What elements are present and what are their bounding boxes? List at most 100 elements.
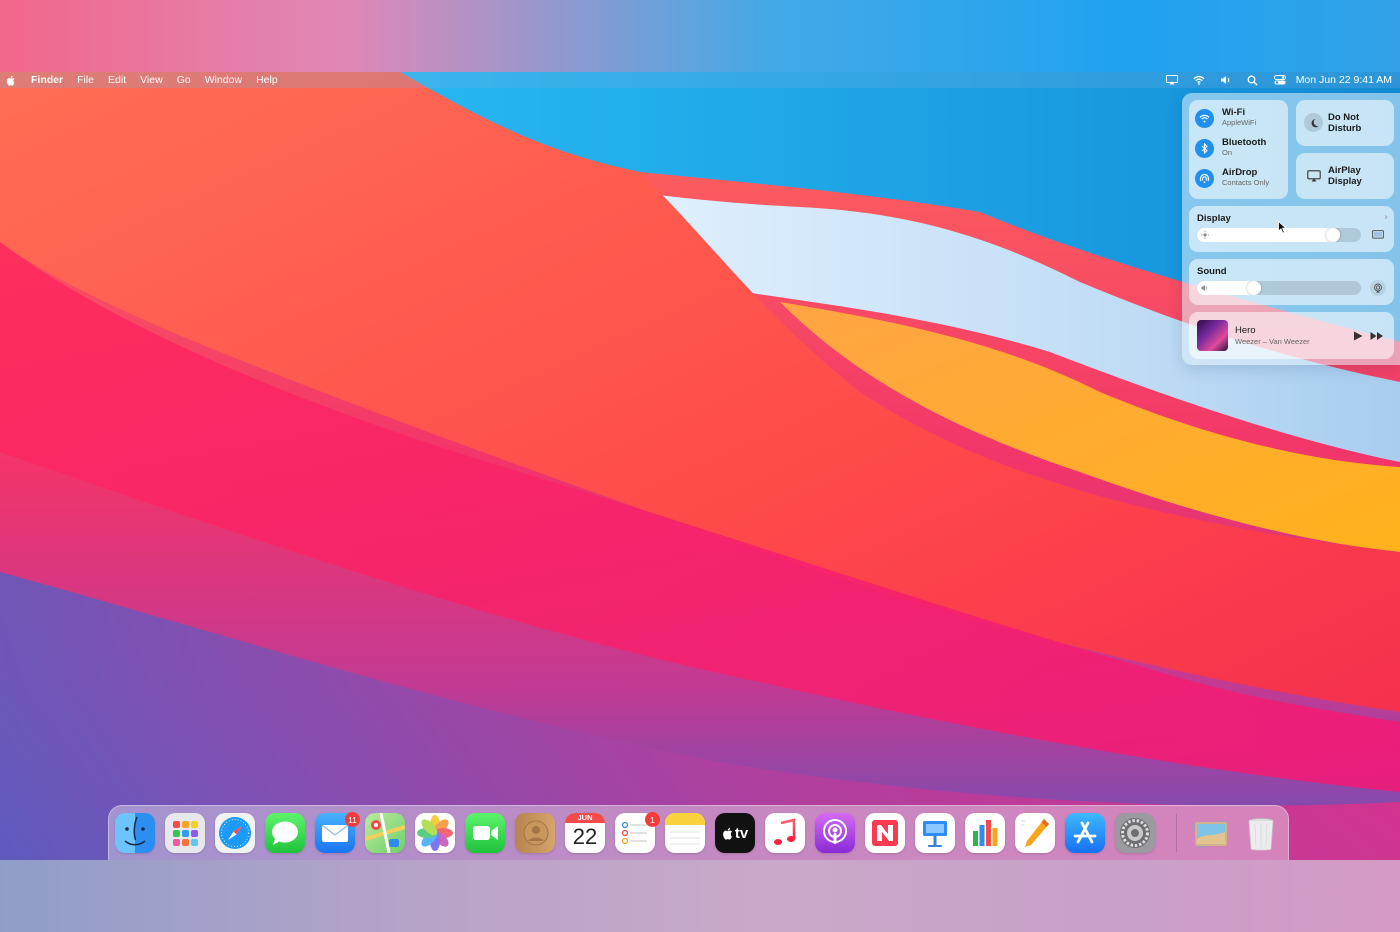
dock-podcasts[interactable]	[815, 813, 855, 853]
pages-icon	[1021, 819, 1049, 847]
dock-photos[interactable]	[415, 813, 455, 853]
dnd-line1: Do Not	[1328, 112, 1360, 123]
speaker-icon	[1201, 285, 1208, 291]
menu-window[interactable]: Window	[205, 74, 242, 86]
airdrop-toggle[interactable]: AirDrop Contacts Only	[1195, 168, 1269, 188]
brightness-icon	[1201, 231, 1209, 239]
maps-icon	[365, 813, 405, 853]
dock-trash[interactable]	[1241, 813, 1281, 853]
facetime-icon	[473, 826, 498, 840]
dock-keynote[interactable]	[915, 813, 955, 853]
bluetooth-toggle[interactable]: Bluetooth On	[1195, 138, 1266, 158]
dock: 11 JUN 22 1 tv	[108, 805, 1289, 860]
music-icon	[774, 818, 796, 845]
control-center-panel: Wi-Fi AppleWiFi Bluetooth On AirDrop Con…	[1182, 93, 1400, 365]
dock-notes[interactable]	[665, 813, 705, 853]
airplay-icon[interactable]	[1165, 75, 1178, 86]
play-button[interactable]	[1353, 331, 1363, 341]
do-not-disturb-tile[interactable]: Do Not Disturb	[1296, 100, 1394, 146]
volume-icon[interactable]	[1220, 75, 1232, 86]
dock-messages[interactable]	[265, 813, 305, 853]
wifi-toggle[interactable]: Wi-Fi AppleWiFi	[1195, 108, 1256, 128]
dock-downloads-stack[interactable]	[1191, 813, 1231, 853]
dock-separator	[1176, 814, 1177, 852]
airplay-display-tile[interactable]: AirPlay Display	[1296, 153, 1394, 199]
mail-badge: 11	[345, 812, 360, 827]
monitor-icon	[1372, 230, 1384, 239]
dock-calendar[interactable]: JUN 22	[565, 813, 605, 853]
menu-view[interactable]: View	[140, 74, 163, 86]
menu-bar: Finder File Edit View Go Window Help Mon…	[0, 72, 1400, 88]
bluetooth-icon	[1195, 138, 1214, 158]
display-settings-button[interactable]	[1370, 227, 1386, 243]
sound-output-button[interactable]	[1370, 280, 1386, 296]
airdrop-status: Contacts Only	[1222, 178, 1270, 187]
dock-pages[interactable]	[1015, 813, 1055, 853]
menu-app-name[interactable]: Finder	[31, 74, 63, 86]
wifi-icon[interactable]	[1193, 75, 1205, 86]
mouse-pointer-icon	[1278, 221, 1287, 234]
dock-system-preferences[interactable]	[1115, 813, 1155, 853]
gear-icon	[1120, 818, 1150, 848]
dock-app-store[interactable]	[1065, 813, 1105, 853]
wifi-icon	[1195, 108, 1214, 128]
downloads-stack-icon	[1194, 820, 1228, 848]
launchpad-icon	[173, 821, 198, 846]
dock-maps[interactable]	[365, 813, 405, 853]
dock-contacts[interactable]	[515, 813, 555, 853]
reminders-badge: 1	[645, 812, 660, 827]
podcasts-icon	[823, 819, 847, 844]
display-tile: Display ›	[1189, 206, 1394, 252]
photo-frame-top	[0, 0, 1400, 72]
dock-launchpad[interactable]	[165, 813, 205, 853]
menu-clock[interactable]: Mon Jun 22 9:41 AM	[1296, 74, 1392, 86]
tv-label: tv	[734, 824, 749, 842]
network-tile: Wi-Fi AppleWiFi Bluetooth On AirDrop Con…	[1189, 100, 1288, 199]
spotlight-icon[interactable]	[1247, 75, 1259, 86]
trash-icon	[1248, 818, 1274, 851]
menu-edit[interactable]: Edit	[108, 74, 126, 86]
news-icon	[872, 820, 898, 846]
dock-news[interactable]	[865, 813, 905, 853]
volume-slider[interactable]	[1197, 281, 1361, 295]
menu-file[interactable]: File	[77, 74, 94, 86]
keynote-icon	[923, 821, 947, 847]
messages-icon	[272, 821, 298, 845]
dock-facetime[interactable]	[465, 813, 505, 853]
finder-icon	[124, 816, 146, 846]
apple-menu-icon[interactable]	[6, 75, 16, 86]
bluetooth-status: On	[1222, 148, 1233, 157]
app-store-icon	[1073, 821, 1097, 844]
bluetooth-label: Bluetooth	[1222, 137, 1267, 148]
sound-title: Sound	[1197, 266, 1227, 277]
photo-frame-bottom	[0, 860, 1400, 932]
tv-icon	[722, 827, 732, 840]
dock-finder[interactable]	[115, 813, 155, 853]
dock-safari[interactable]	[215, 813, 255, 853]
dock-music[interactable]	[765, 813, 805, 853]
numbers-icon	[973, 820, 998, 846]
airplay-line2: Display	[1328, 176, 1362, 187]
song-artist: Weezer – Van Weezer	[1235, 337, 1310, 346]
chevron-right-icon[interactable]: ›	[1384, 212, 1388, 223]
calendar-month: JUN	[565, 813, 605, 823]
airplay-display-icon	[1304, 166, 1323, 185]
volume-knob[interactable]	[1247, 281, 1261, 295]
brightness-knob[interactable]	[1326, 228, 1340, 242]
dock-numbers[interactable]	[965, 813, 1005, 853]
airplay-audio-icon	[1374, 283, 1382, 293]
menu-go[interactable]: Go	[177, 74, 191, 86]
control-center-icon[interactable]	[1273, 75, 1286, 86]
fast-forward-button[interactable]	[1370, 331, 1384, 341]
airplay-line1: AirPlay	[1328, 165, 1361, 176]
now-playing-tile: Hero Weezer – Van Weezer	[1189, 312, 1394, 359]
song-title: Hero	[1235, 325, 1256, 336]
moon-icon	[1304, 113, 1323, 132]
album-art[interactable]	[1197, 320, 1228, 351]
airdrop-icon	[1195, 168, 1214, 188]
menu-help[interactable]: Help	[256, 74, 278, 86]
calendar-day: 22	[572, 824, 598, 849]
safari-icon	[219, 817, 251, 849]
dock-tv[interactable]: tv	[715, 813, 755, 853]
notes-icon	[665, 813, 705, 845]
